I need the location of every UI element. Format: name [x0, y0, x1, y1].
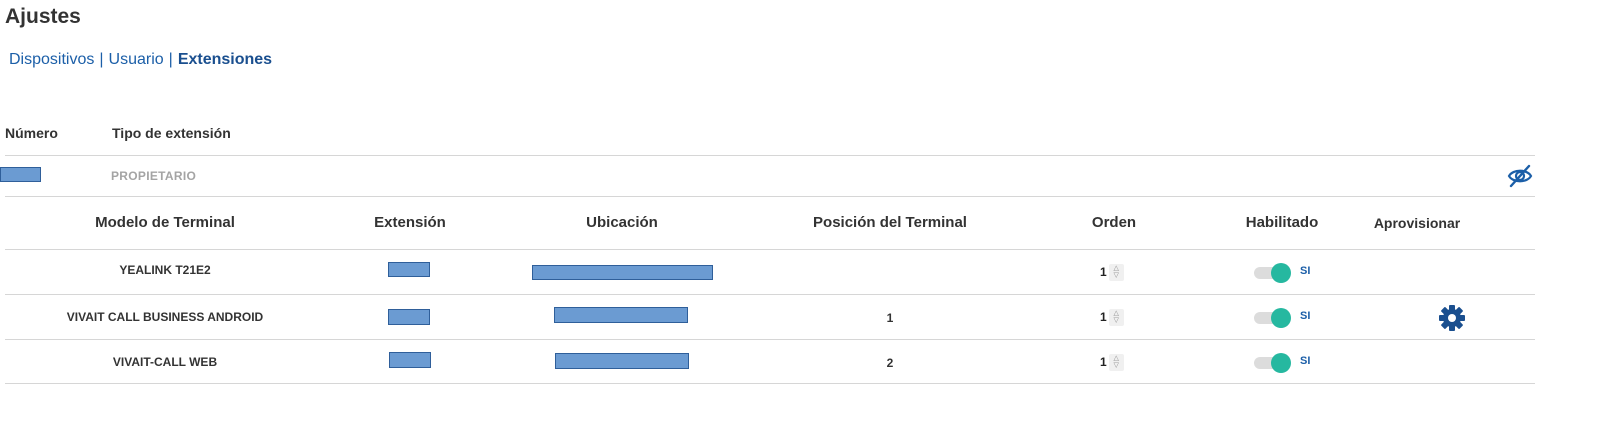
column-header-location: Ubicación: [586, 214, 658, 231]
divider: [5, 196, 1535, 197]
stepper-arrows[interactable]: △ ▽: [1108, 308, 1124, 326]
extension-type-label: PROPIETARIO: [111, 169, 197, 183]
terminal-model: VIVAIT CALL BUSINESS ANDROID: [66, 310, 264, 324]
order-value: 1: [1100, 355, 1107, 369]
order-stepper[interactable]: 1 △ ▽: [1100, 263, 1124, 281]
nav-link-usuario[interactable]: Usuario: [109, 51, 164, 68]
column-header-provision: Aprovisionar: [1373, 215, 1461, 231]
redacted-extension: [388, 309, 430, 325]
column-header-order: Orden: [1091, 214, 1137, 231]
eye-slash-icon[interactable]: [1506, 164, 1534, 188]
page-title: Ajustes: [5, 5, 81, 28]
chevron-up-icon[interactable]: △: [1113, 310, 1118, 317]
nav-separator: |: [99, 51, 104, 68]
order-stepper[interactable]: 1 △ ▽: [1100, 308, 1124, 326]
nav-link-extensiones[interactable]: Extensiones: [178, 51, 272, 68]
redacted-location: [532, 265, 713, 280]
column-header-extension: Extensión: [374, 214, 446, 231]
terminal-model: VIVAIT-CALL WEB: [112, 355, 218, 369]
redacted-number: [0, 167, 41, 182]
enabled-label: SI: [1300, 265, 1311, 277]
toggle-knob: [1271, 308, 1291, 328]
enabled-label: SI: [1300, 355, 1311, 367]
terminal-position: 1: [886, 311, 894, 325]
settings-nav: Dispositivos | Usuario | Extensiones: [9, 51, 272, 69]
divider: [5, 155, 1535, 156]
redacted-extension: [389, 352, 431, 368]
stepper-arrows[interactable]: △ ▽: [1108, 263, 1124, 281]
divider: [5, 383, 1535, 384]
redacted-location: [554, 307, 688, 323]
column-header-terminal-position: Posición del Terminal: [813, 214, 967, 231]
chevron-up-icon[interactable]: △: [1113, 265, 1118, 272]
order-value: 1: [1100, 265, 1107, 279]
enabled-toggle[interactable]: [1254, 353, 1291, 373]
enabled-label: SI: [1300, 310, 1311, 322]
nav-link-dispositivos[interactable]: Dispositivos: [9, 51, 94, 68]
order-stepper[interactable]: 1 △ ▽: [1100, 353, 1124, 371]
chevron-up-icon[interactable]: △: [1113, 355, 1118, 362]
redacted-location: [555, 353, 689, 369]
divider: [5, 294, 1535, 295]
toggle-knob: [1271, 263, 1291, 283]
chevron-down-icon[interactable]: ▽: [1113, 317, 1118, 324]
divider: [5, 339, 1535, 340]
chevron-down-icon[interactable]: ▽: [1113, 362, 1118, 369]
gear-icon[interactable]: [1438, 304, 1466, 332]
order-value: 1: [1100, 310, 1107, 324]
chevron-down-icon[interactable]: ▽: [1113, 272, 1118, 279]
toggle-knob: [1271, 353, 1291, 373]
stepper-arrows[interactable]: △ ▽: [1108, 353, 1124, 371]
terminal-position: 2: [886, 356, 894, 370]
column-header-model: Modelo de Terminal: [95, 214, 235, 231]
column-header-enabled: Habilitado: [1245, 214, 1319, 231]
nav-separator: |: [168, 51, 173, 68]
divider: [5, 249, 1535, 250]
enabled-toggle[interactable]: [1254, 263, 1291, 283]
terminal-model: YEALINK T21E2: [119, 263, 211, 277]
column-header-extension-type: Tipo de extensión: [112, 125, 231, 141]
redacted-extension: [388, 262, 430, 277]
enabled-toggle[interactable]: [1254, 308, 1291, 328]
column-header-number: Número: [5, 125, 58, 141]
